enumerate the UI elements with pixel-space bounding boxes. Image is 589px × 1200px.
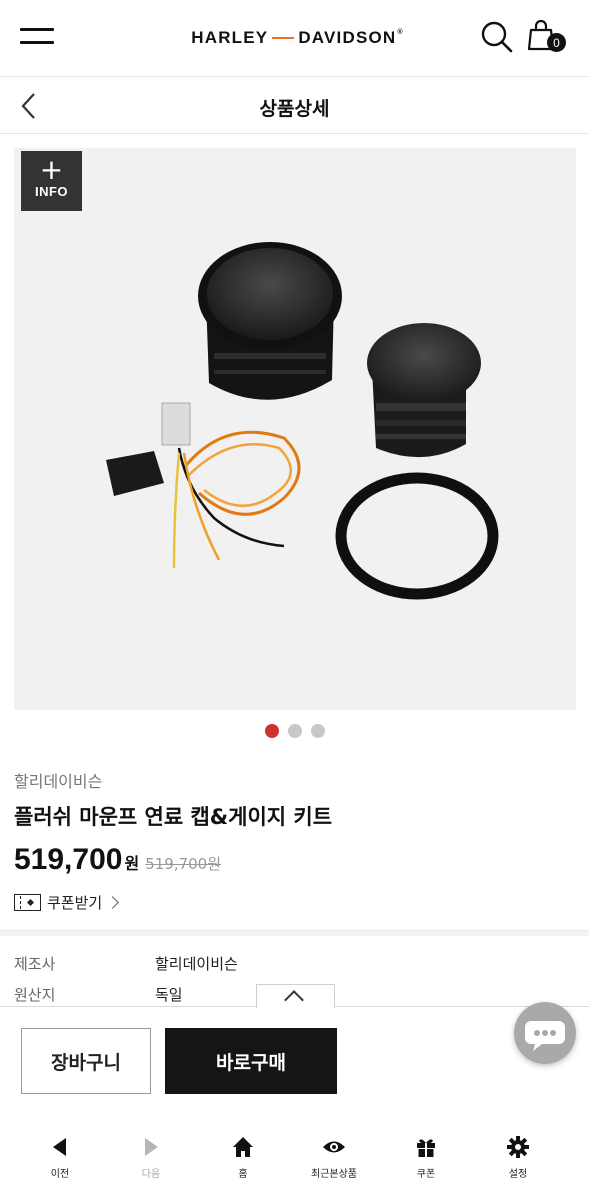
price-row: 519,700 원 519,700원	[14, 843, 221, 877]
nav-home-label: 홈	[238, 1169, 248, 1180]
home-icon	[233, 1137, 253, 1157]
buy-now-button[interactable]: 바로구매	[165, 1028, 337, 1094]
carousel-dot-2[interactable]	[287, 724, 302, 738]
section-divider	[0, 930, 589, 936]
logo-dash	[272, 37, 295, 39]
cart-button[interactable]: 0	[526, 18, 570, 56]
brand-logo[interactable]: HARLEY DAVIDSON ®	[170, 27, 425, 49]
product-name: 플러쉬 마운프 연료 캡&게이지 키트	[14, 805, 333, 829]
nav-recent[interactable]: 최근본상품	[299, 1136, 369, 1180]
nav-recent-label: 최근본상품	[311, 1169, 357, 1180]
nav-coupon-label: 쿠폰	[416, 1169, 436, 1180]
nav-settings-label: 설정	[508, 1169, 528, 1180]
carousel-dot-1[interactable]	[264, 724, 279, 738]
price-unit: 원	[124, 854, 140, 873]
collapse-purchase-bar-button[interactable]	[256, 984, 335, 1010]
gear-icon	[507, 1136, 529, 1158]
coupon-download-link[interactable]: 쿠폰받기	[14, 892, 120, 913]
plus-icon: +	[39, 153, 64, 186]
gift-icon	[417, 1139, 435, 1157]
sub-header: 상품상세	[0, 78, 589, 134]
menu-icon[interactable]	[20, 26, 56, 48]
registered-mark: ®	[397, 28, 404, 36]
sale-price: 519,700	[14, 843, 123, 876]
eye-icon	[323, 1141, 345, 1153]
coupon-icon	[14, 894, 41, 911]
nav-home[interactable]: 홈	[208, 1136, 278, 1180]
product-image[interactable]: + INFO	[14, 148, 576, 710]
page-title: 상품상세	[259, 98, 330, 120]
coupon-label: 쿠폰받기	[47, 894, 103, 912]
original-price: 519,700원	[145, 855, 222, 873]
info-button[interactable]: + INFO	[21, 151, 82, 211]
chat-button[interactable]	[514, 1002, 576, 1064]
product-brand[interactable]: 할리데이비슨	[14, 768, 102, 792]
image-carousel-dots	[0, 724, 589, 738]
purchase-bar: 장바구니 바로구매	[0, 1006, 589, 1116]
spec-value-manufacturer: 할리데이비슨	[155, 955, 238, 973]
forward-triangle-icon	[145, 1138, 158, 1156]
chat-bubble-icon	[525, 1021, 565, 1051]
cart-count-badge: 0	[547, 33, 566, 52]
carousel-dot-3[interactable]	[310, 724, 325, 738]
bottom-navigation: 이전 다음 홈 최근본상품 쿠폰 설정	[0, 1120, 589, 1200]
back-triangle-icon	[53, 1138, 66, 1156]
fuel-cap-gauge-kit-photo	[106, 242, 499, 600]
search-icon[interactable]	[480, 20, 514, 54]
spec-value-origin: 독일	[155, 986, 183, 1004]
nav-back[interactable]: 이전	[25, 1136, 95, 1180]
chevron-up-icon	[284, 990, 304, 1010]
spec-label-manufacturer: 제조사	[14, 955, 56, 973]
nav-back-label: 이전	[50, 1169, 70, 1180]
chevron-right-icon	[106, 896, 120, 909]
nav-coupon[interactable]: 쿠폰	[391, 1136, 461, 1180]
top-header: HARLEY DAVIDSON ® 0	[0, 0, 589, 77]
logo-text-right: DAVIDSON	[298, 28, 397, 47]
nav-settings[interactable]: 설정	[483, 1136, 553, 1180]
nav-forward[interactable]: 다음	[116, 1136, 186, 1180]
logo-text-left: HARLEY	[191, 28, 269, 47]
add-to-cart-button[interactable]: 장바구니	[21, 1028, 151, 1094]
nav-forward-label: 다음	[141, 1169, 161, 1180]
info-label: INFO	[34, 184, 69, 199]
spec-label-origin: 원산지	[14, 986, 56, 1004]
